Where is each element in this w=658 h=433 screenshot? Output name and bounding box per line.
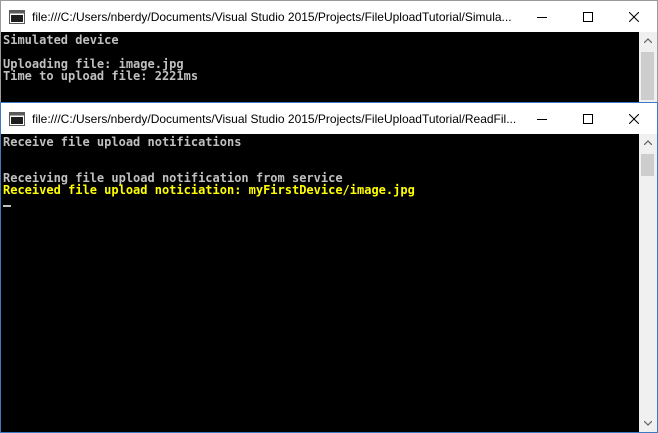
minimize-button[interactable] — [519, 1, 565, 32]
console-output[interactable]: Receive file upload notifications Receiv… — [1, 134, 639, 432]
vertical-scrollbar[interactable] — [639, 134, 657, 432]
console-line: Simulated device — [3, 33, 119, 47]
scroll-thumb[interactable] — [641, 154, 654, 176]
console-app-icon — [9, 9, 25, 24]
maximize-button[interactable] — [565, 103, 611, 134]
title-bar[interactable]: file:///C:/Users/nberdy/Documents/Visual… — [1, 1, 657, 32]
close-button[interactable] — [611, 103, 657, 134]
minimize-icon — [537, 16, 547, 18]
chevron-up-icon — [644, 140, 652, 145]
close-button[interactable] — [611, 1, 657, 32]
console-output[interactable]: Simulated device Uploading file: image.j… — [1, 32, 639, 103]
vertical-scrollbar[interactable] — [639, 32, 657, 103]
scroll-up-button[interactable] — [639, 134, 657, 151]
chevron-up-icon — [644, 38, 652, 43]
scroll-up-button[interactable] — [639, 32, 657, 49]
chevron-down-icon — [644, 421, 652, 426]
window-title: file:///C:/Users/nberdy/Documents/Visual… — [32, 10, 512, 24]
minimize-button[interactable] — [519, 103, 565, 134]
simulated-device-window[interactable]: file:///C:/Users/nberdy/Documents/Visual… — [0, 0, 658, 104]
close-icon — [629, 113, 639, 124]
scroll-thumb[interactable] — [641, 52, 654, 100]
console-line: Receive file upload notifications — [3, 135, 242, 149]
console-app-icon — [9, 111, 25, 126]
maximize-icon — [583, 113, 593, 124]
window-title: file:///C:/Users/nberdy/Documents/Visual… — [32, 112, 517, 126]
title-bar[interactable]: file:///C:/Users/nberdy/Documents/Visual… — [1, 103, 657, 134]
scroll-down-button[interactable] — [639, 415, 657, 432]
read-file-notifications-window[interactable]: file:///C:/Users/nberdy/Documents/Visual… — [0, 102, 658, 433]
maximize-icon — [583, 11, 593, 22]
minimize-icon — [537, 118, 547, 120]
close-icon — [629, 11, 639, 22]
text-cursor — [3, 205, 11, 207]
maximize-button[interactable] — [565, 1, 611, 32]
console-line: Time to upload file: 2221ms — [3, 69, 199, 83]
console-line-highlight: Received file upload noticiation: myFirs… — [3, 183, 415, 197]
